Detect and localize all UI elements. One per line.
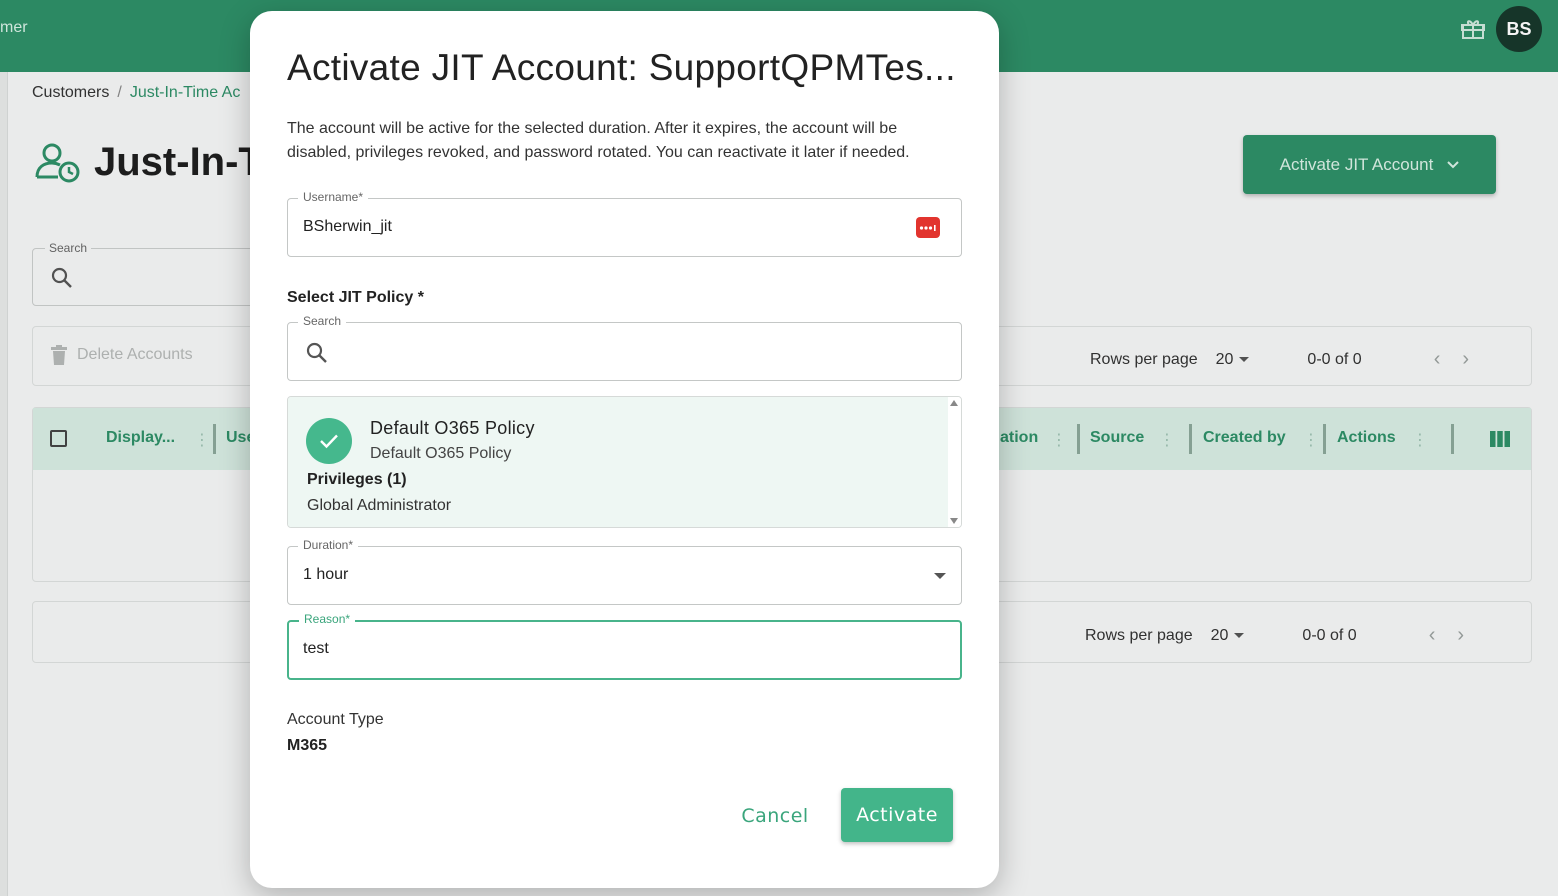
policy-search-label: Search [298, 314, 347, 328]
dialog-description: The account will be active for the selec… [287, 120, 910, 161]
privileges-label: Privileges (1) [307, 471, 407, 488]
account-type-label: Account Type [287, 711, 384, 728]
policy-section-label: Select JIT Policy * [287, 289, 424, 306]
duration-select[interactable]: Duration* 1 hour [287, 538, 962, 605]
caret-down-icon [934, 573, 946, 579]
scroll-up-icon[interactable] [950, 400, 958, 406]
username-label: Username* [298, 190, 369, 204]
password-dots-icon[interactable] [916, 217, 940, 238]
scroll-down-icon[interactable] [950, 518, 958, 524]
check-icon [306, 418, 352, 464]
username-value: BSherwin_jit [303, 218, 392, 235]
duration-value: 1 hour [303, 566, 349, 583]
policy-list-scrollbar[interactable] [948, 397, 961, 527]
policy-name: Default O365 Policy [370, 418, 535, 438]
policy-list: Default O365 Policy Default O365 Policy … [287, 396, 962, 528]
reason-label: Reason* [299, 612, 356, 626]
reason-value: test [303, 640, 329, 657]
activate-button[interactable]: Activate [841, 788, 953, 842]
activate-jit-dialog: Activate JIT Account: SupportQPMTes... T… [250, 11, 999, 888]
account-type-value: M365 [287, 737, 328, 754]
dialog-title: Activate JIT Account: SupportQPMTes... [287, 47, 956, 88]
privilege-value: Global Administrator [307, 497, 452, 514]
cancel-button[interactable]: Cancel [730, 801, 820, 831]
reason-input[interactable]: Reason* test [287, 612, 962, 680]
search-icon [306, 342, 327, 363]
duration-label: Duration* [298, 538, 359, 552]
policy-subtitle: Default O365 Policy [370, 445, 512, 462]
username-field[interactable]: Username* BSherwin_jit [287, 190, 962, 257]
policy-search-input[interactable]: Search [287, 314, 962, 381]
policy-option-default-o365[interactable]: Default O365 Policy Default O365 Policy … [288, 397, 949, 527]
